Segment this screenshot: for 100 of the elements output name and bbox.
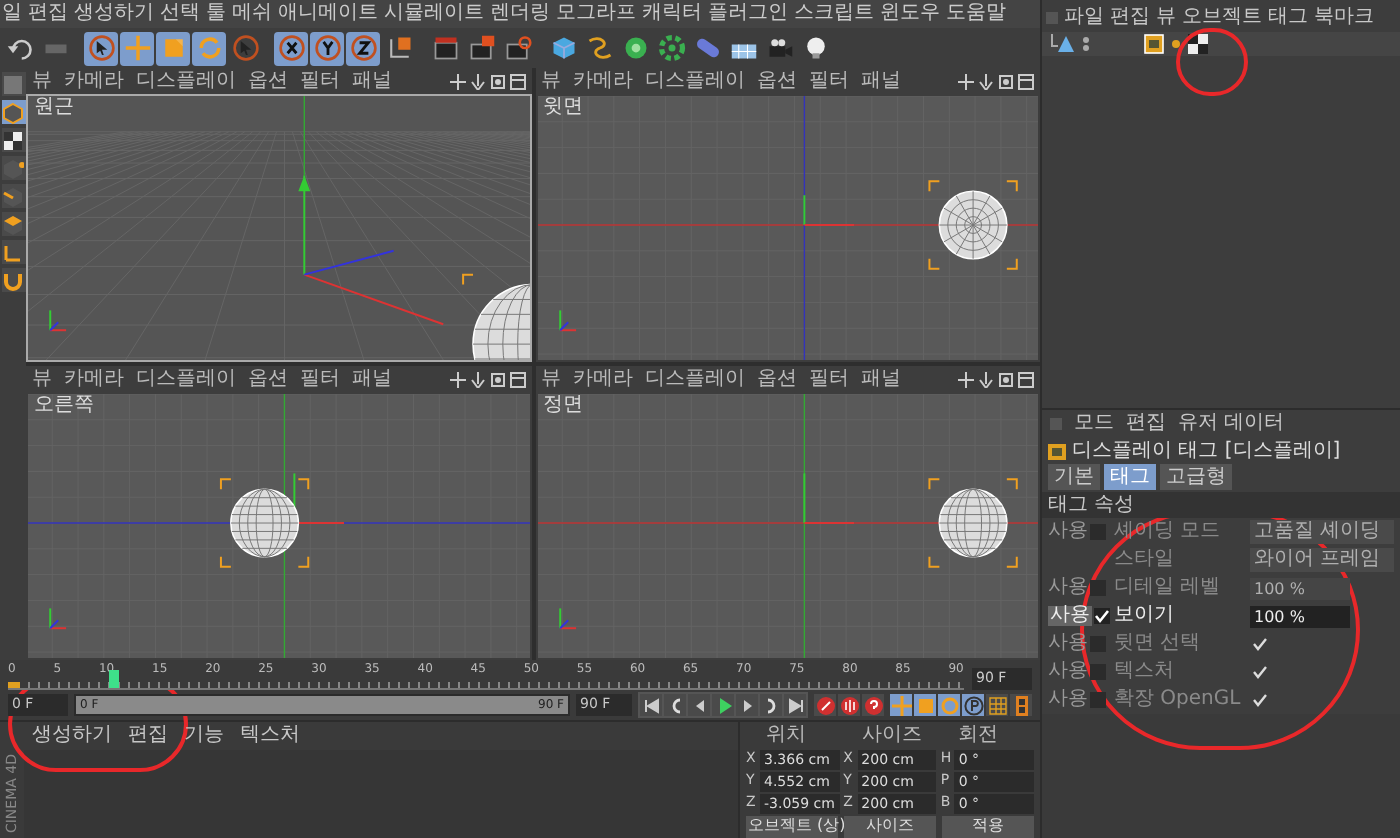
texture-mode-button[interactable] xyxy=(1,128,25,152)
move-button[interactable] xyxy=(120,31,154,65)
viewport-menu-item[interactable]: 뷰 xyxy=(541,71,561,91)
viewport-menu-item[interactable]: 디스플레이 xyxy=(645,71,745,91)
ring-shape-icon xyxy=(621,34,649,62)
menu-item[interactable]: 선택 xyxy=(160,4,200,24)
maximize-view-icon xyxy=(1018,73,1034,89)
viewport-menu-item[interactable]: 필터 xyxy=(300,369,340,389)
menu-item[interactable]: 파일 xyxy=(1064,8,1104,28)
axis-mode-button[interactable] xyxy=(1,240,25,264)
key-help-button[interactable] xyxy=(862,694,884,716)
menu-item[interactable]: 북마크 xyxy=(1314,8,1374,28)
array-button[interactable] xyxy=(654,31,688,65)
menu-item[interactable]: 시뮬레이트 xyxy=(384,4,484,24)
menu-item[interactable]: 텍스처 xyxy=(240,726,300,746)
z-axis-icon xyxy=(349,34,377,62)
viewport[interactable]: 정면 xyxy=(535,392,1040,660)
menu-item[interactable]: 생성하기 xyxy=(74,4,154,24)
viewport[interactable]: 오른쪽 xyxy=(26,392,531,660)
rotate-button[interactable] xyxy=(192,31,226,65)
menu-item[interactable]: 도움말 xyxy=(946,4,1006,24)
viewport-menu-item[interactable]: 패널 xyxy=(352,71,392,91)
viewport[interactable]: 윗면 xyxy=(535,94,1040,362)
prev-button[interactable] xyxy=(688,694,710,716)
viewport-menu-item[interactable]: 디스플레이 xyxy=(136,71,236,91)
points-mode-button[interactable] xyxy=(1,156,25,180)
menu-item[interactable]: 애니메이트 xyxy=(278,4,378,24)
last-button[interactable] xyxy=(784,694,806,716)
auto-key-button[interactable] xyxy=(838,694,860,716)
axis-indicator-icon xyxy=(49,309,68,332)
menu-item[interactable]: 편집 xyxy=(28,4,68,24)
menu-item[interactable]: 툴 xyxy=(206,4,226,24)
first-button[interactable] xyxy=(640,694,662,716)
viewport-menu-item[interactable]: 뷰 xyxy=(541,369,561,389)
size-mode-dropdown[interactable]: 사이즈 xyxy=(844,815,936,838)
use-checkbox[interactable] xyxy=(1094,608,1110,624)
menu-item[interactable]: 유저 데이터 xyxy=(1178,414,1285,434)
z-button[interactable] xyxy=(346,31,380,65)
viewport-menu-item[interactable]: 카메라 xyxy=(64,369,124,389)
menu-item[interactable]: 모드 xyxy=(1074,414,1114,434)
grid-key-button[interactable] xyxy=(986,694,1008,716)
display-tag-icon xyxy=(1144,34,1164,54)
viewport-menu-item[interactable]: 필터 xyxy=(809,71,849,91)
viewport-menu-item[interactable]: 옵션 xyxy=(248,369,288,389)
menu-item[interactable]: 모그라프 xyxy=(556,4,636,24)
menu-item[interactable]: 편집 xyxy=(128,726,168,746)
param-key-button[interactable] xyxy=(962,694,984,716)
record-button[interactable] xyxy=(814,694,836,716)
viewport-menu-item[interactable]: 카메라 xyxy=(64,71,124,91)
viewport-menu-item[interactable]: 패널 xyxy=(352,369,392,389)
menu-item[interactable]: 편집 xyxy=(1110,8,1150,28)
playhead-marker[interactable] xyxy=(108,670,119,688)
snap-mode-button[interactable] xyxy=(1,268,25,292)
film-key-button[interactable] xyxy=(1010,694,1032,716)
menu-item[interactable]: 렌더링 xyxy=(490,4,550,24)
viewport[interactable]: 원근 xyxy=(26,94,531,362)
rotate-view-icon xyxy=(489,371,505,387)
viewport-menu-item[interactable]: 패널 xyxy=(861,71,901,91)
menu-item[interactable]: 윈도우 xyxy=(880,4,940,24)
menu-item[interactable]: 태그 xyxy=(1268,8,1308,28)
viewport-menu-item[interactable]: 필터 xyxy=(300,71,340,91)
edges-mode-button[interactable] xyxy=(1,184,25,208)
menu-item[interactable]: 일 xyxy=(2,4,22,24)
next-key-button[interactable] xyxy=(760,694,782,716)
viewport-menu-item[interactable]: 필터 xyxy=(809,369,849,389)
menu-item[interactable]: 뷰 xyxy=(1156,8,1176,28)
menu-item[interactable]: 캐릭터 xyxy=(642,4,702,24)
menu-item[interactable]: 메쉬 xyxy=(232,4,272,24)
object-mode-button[interactable] xyxy=(1,100,25,124)
recent-select-button[interactable] xyxy=(228,31,262,65)
menu-item[interactable]: 오브젝트 xyxy=(1182,8,1262,28)
menu-item[interactable]: 스크립트 xyxy=(794,4,874,24)
viewport-menu-item[interactable]: 뷰 xyxy=(32,369,52,389)
viewport-menu-item[interactable]: 패널 xyxy=(861,369,901,389)
menu-item[interactable]: 편집 xyxy=(1126,414,1166,434)
viewport-menu-item[interactable]: 옵션 xyxy=(248,71,288,91)
viewport-menu-item[interactable]: 카메라 xyxy=(573,369,633,389)
prev-key-button[interactable] xyxy=(664,694,686,716)
y-button[interactable] xyxy=(310,31,344,65)
viewport-menu-item[interactable]: 디스플레이 xyxy=(645,369,745,389)
viewport-menu-item[interactable]: 옵션 xyxy=(757,369,797,389)
viewport-menu-item[interactable]: 카메라 xyxy=(573,71,633,91)
tab[interactable]: 기본 xyxy=(1048,464,1100,490)
live-select-button[interactable] xyxy=(84,31,118,65)
scale-button[interactable] xyxy=(156,31,190,65)
viewport-menu-item[interactable]: 디스플레이 xyxy=(136,369,236,389)
viewport-menu-item[interactable]: 뷰 xyxy=(32,71,52,91)
viewport-menu-item[interactable]: 옵션 xyxy=(757,71,797,91)
tab[interactable]: 고급형 xyxy=(1160,464,1232,490)
model-mode-button[interactable] xyxy=(1,72,25,96)
apply-button[interactable]: 적용 xyxy=(942,815,1034,838)
play-button[interactable] xyxy=(712,694,734,716)
number-field[interactable]: 100 % xyxy=(1250,605,1350,627)
polygons-mode-button[interactable] xyxy=(1,212,25,236)
p-circle-icon xyxy=(963,695,983,715)
object-row[interactable] xyxy=(1042,32,1400,56)
x-button[interactable] xyxy=(274,31,308,65)
next-button[interactable] xyxy=(736,694,758,716)
menu-item[interactable]: 생성하기 xyxy=(32,726,112,746)
menu-item[interactable]: 플러그인 xyxy=(708,4,788,24)
